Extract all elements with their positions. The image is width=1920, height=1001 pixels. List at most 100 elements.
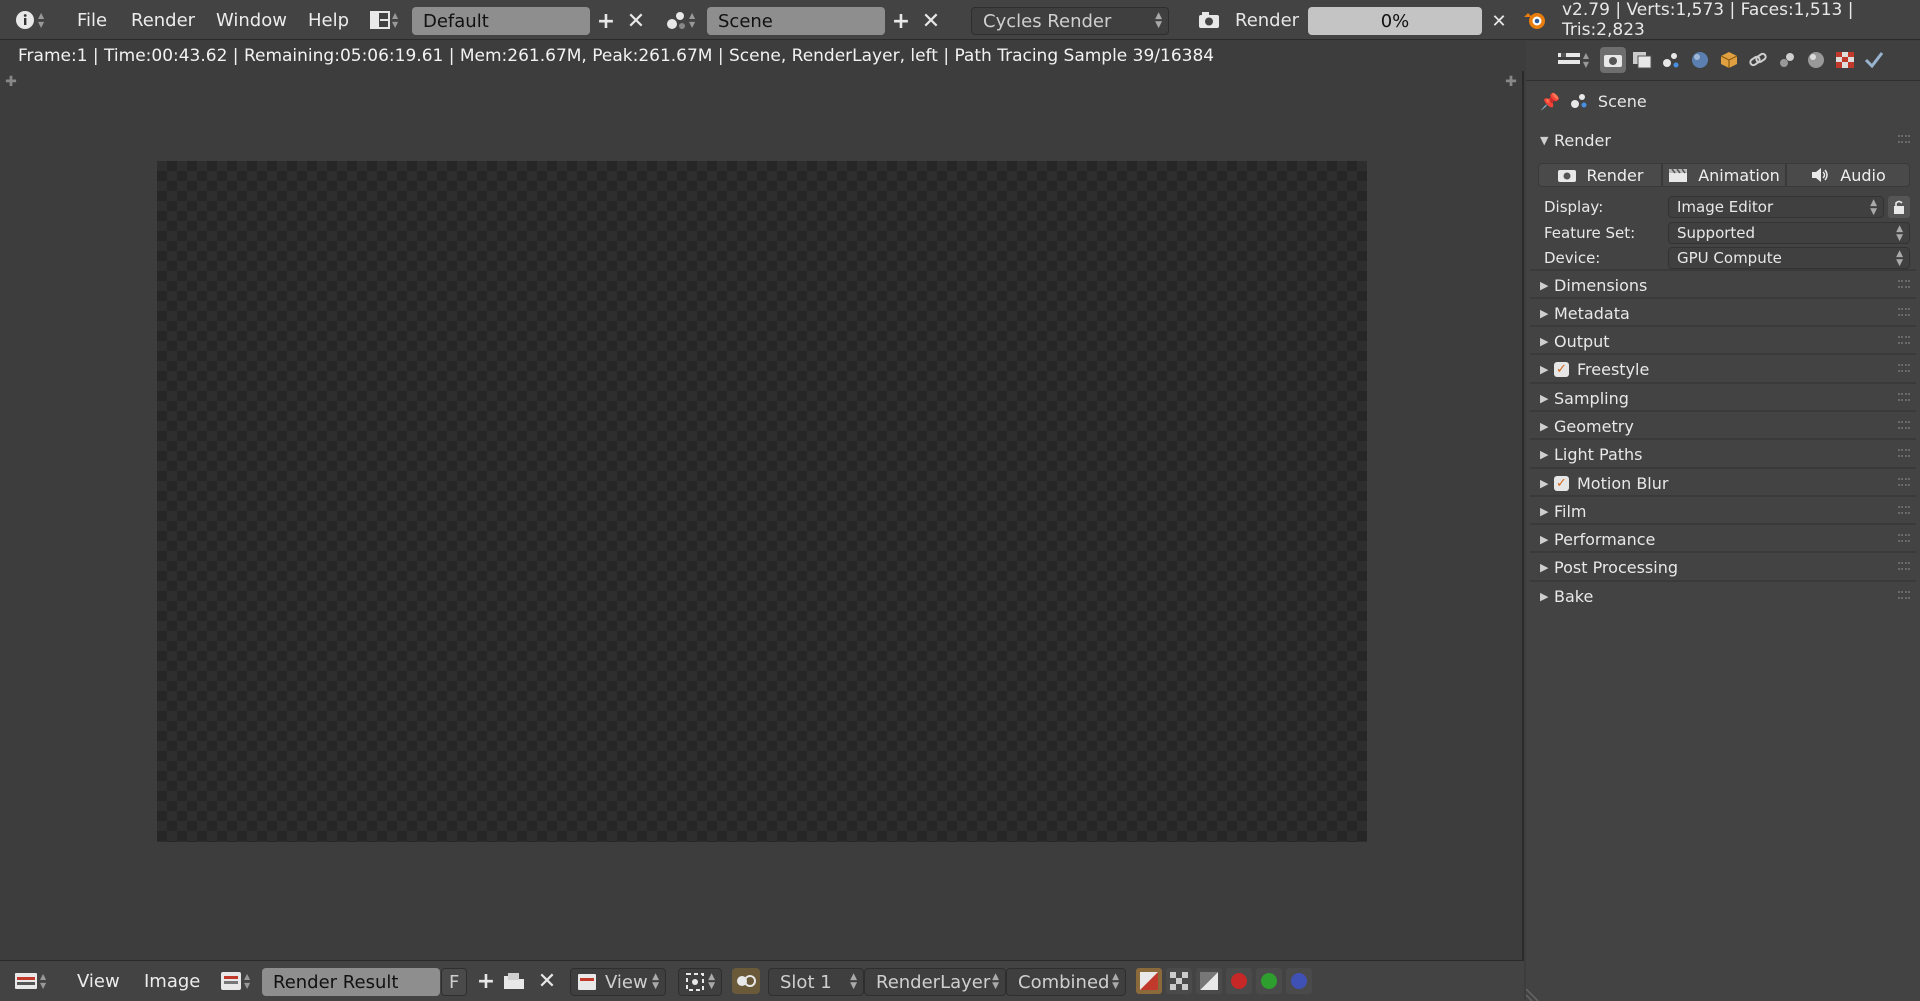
drag-grip-icon[interactable] [1898,534,1910,542]
tab-object[interactable] [1716,47,1742,73]
editor-type-selector[interactable]: ▲ ▼ [14,0,44,40]
red-channel-icon[interactable] [1226,968,1252,994]
panel-bake[interactable]: ▶ Bake [1530,583,1916,609]
image-editor: Frame:1 | Time:00:43.62 | Remaining:05:0… [0,41,1524,960]
image-icon [221,972,241,990]
render-audio-button[interactable]: Audio [1786,163,1910,187]
drag-grip-icon[interactable] [1898,364,1910,372]
drag-grip-icon[interactable] [1898,591,1910,599]
panel-motion-blur[interactable]: ▶ ✓ Motion Blur [1530,470,1916,496]
tab-world[interactable] [1687,47,1713,73]
pivot-point-dropdown[interactable]: ▲ ▼ [678,968,722,996]
panel-geometry[interactable]: ▶ Geometry [1530,413,1916,439]
screen-layout-selector[interactable]: ▲ ▼ [370,0,398,40]
feature-set-dropdown[interactable]: Supported ▲ ▼ [1668,222,1910,244]
motion-blur-checkbox[interactable]: ✓ [1554,475,1569,491]
drag-grip-icon[interactable] [1898,562,1910,570]
new-image-button[interactable]: + [471,968,501,994]
panel-output[interactable]: ▶ Output [1530,328,1916,354]
panel-post-processing[interactable]: ▶ Post Processing [1530,554,1916,580]
delete-layout-button[interactable]: ✕ [621,8,651,34]
dropdown-arrows-icon: ▲ ▼ [1112,972,1119,991]
panel-separator [1530,580,1916,582]
panel-film[interactable]: ▶ Film [1530,498,1916,524]
menu-view[interactable]: View [77,961,120,1001]
delete-scene-button[interactable]: ✕ [916,8,946,34]
panel-freestyle[interactable]: ▶ ✓ Freestyle [1530,356,1916,382]
properties-region-toggle[interactable]: ✚ [1504,75,1518,89]
slot-dropdown[interactable]: Slot 1 ▲ ▼ [768,968,864,996]
zbuffer-channel-icon[interactable] [1196,968,1222,994]
open-image-button[interactable] [503,961,525,1001]
panel-metadata[interactable]: ▶ Metadata [1530,300,1916,326]
drag-grip-icon[interactable] [1898,308,1910,316]
view-mode-dropdown[interactable]: View ▲ ▼ [570,968,666,996]
device-dropdown[interactable]: GPU Compute ▲ ▼ [1668,247,1910,269]
tab-render[interactable] [1600,47,1626,73]
green-channel-dot [1261,973,1277,989]
tab-texture[interactable] [1832,47,1858,73]
render-engine-dropdown[interactable]: Cycles Render ▲ ▼ [971,7,1169,35]
scene-name-field[interactable]: Scene [707,7,885,35]
layout-name-field[interactable]: Default [412,7,590,35]
panel-performance[interactable]: ▶ Performance [1530,526,1916,552]
panel-light-paths[interactable]: ▶ Light Paths [1530,441,1916,467]
scene-icon [667,12,685,29]
display-dropdown[interactable]: Image Editor ▲ ▼ [1668,196,1884,218]
render-status-label: Render [1235,9,1300,31]
drag-grip-icon[interactable] [1898,506,1910,514]
tab-modifiers[interactable] [1774,47,1800,73]
pin-icon[interactable]: 📌 [1540,92,1560,111]
unlink-image-button[interactable]: ✕ [532,968,562,994]
cancel-render-button[interactable]: ✕ [1484,8,1514,34]
menu-window[interactable]: Window [216,0,287,40]
dropdown-arrows-icon: ▲ ▼ [708,972,715,991]
render-layer-dropdown[interactable]: RenderLayer ▲ ▼ [864,968,1006,996]
render-slot-toggle[interactable] [732,961,760,1001]
freestyle-checkbox[interactable]: ✓ [1554,361,1569,377]
tab-material[interactable] [1803,47,1829,73]
drag-grip-icon[interactable] [1898,449,1910,457]
image-browse-button[interactable]: ▲ ▼ [220,961,250,1001]
render-image-button[interactable]: Render [1538,163,1662,187]
panel-dimensions[interactable]: ▶ Dimensions [1530,272,1916,298]
blue-channel-icon[interactable] [1286,968,1312,994]
add-scene-button[interactable]: + [886,8,916,34]
drag-grip-icon[interactable] [1898,478,1910,486]
tab-render-layers[interactable] [1629,47,1655,73]
drag-grip-icon[interactable] [1898,135,1910,143]
panel-title: Motion Blur [1577,473,1669,493]
panel-title: Performance [1554,529,1656,549]
render-pass-dropdown[interactable]: Combined ▲ ▼ [1006,968,1126,996]
lock-interface-button[interactable] [1888,196,1910,218]
color-alpha-channel-icon[interactable] [1136,968,1162,994]
area-resize-corner-icon[interactable] [1526,987,1540,1001]
image-name-field[interactable]: Render Result [262,968,440,996]
panel-sampling[interactable]: ▶ Sampling [1530,385,1916,411]
drag-grip-icon[interactable] [1898,421,1910,429]
drag-grip-icon[interactable] [1898,280,1910,288]
render-animation-button[interactable]: Animation [1662,163,1786,187]
fake-user-toggle[interactable]: F [441,968,467,996]
add-layout-button[interactable]: + [591,8,621,34]
tab-particles[interactable] [1861,47,1887,73]
drag-grip-icon[interactable] [1898,336,1910,344]
display-label: Display: [1544,198,1604,216]
alpha-channel-icon[interactable] [1166,968,1192,994]
menu-file[interactable]: File [77,0,107,40]
render-panel-header[interactable]: ▼ Render [1530,127,1916,153]
tool-shelf-toggle[interactable]: ✚ [4,75,18,89]
tab-constraints[interactable] [1745,47,1771,73]
drag-grip-icon[interactable] [1898,393,1910,401]
properties-editor-type-selector[interactable]: ▲ ▼ [1550,47,1596,73]
panel-separator [1530,438,1916,440]
menu-render[interactable]: Render [131,0,195,40]
tab-scene[interactable] [1658,47,1684,73]
scene-selector[interactable]: ▲ ▼ [665,0,695,40]
green-channel-icon[interactable] [1256,968,1282,994]
menu-image[interactable]: Image [144,961,200,1001]
layout-icon [370,11,390,29]
render-result-canvas[interactable] [157,161,1367,842]
editor-type-selector-bottom[interactable]: ▲ ▼ [14,961,46,1001]
menu-help[interactable]: Help [308,0,349,40]
